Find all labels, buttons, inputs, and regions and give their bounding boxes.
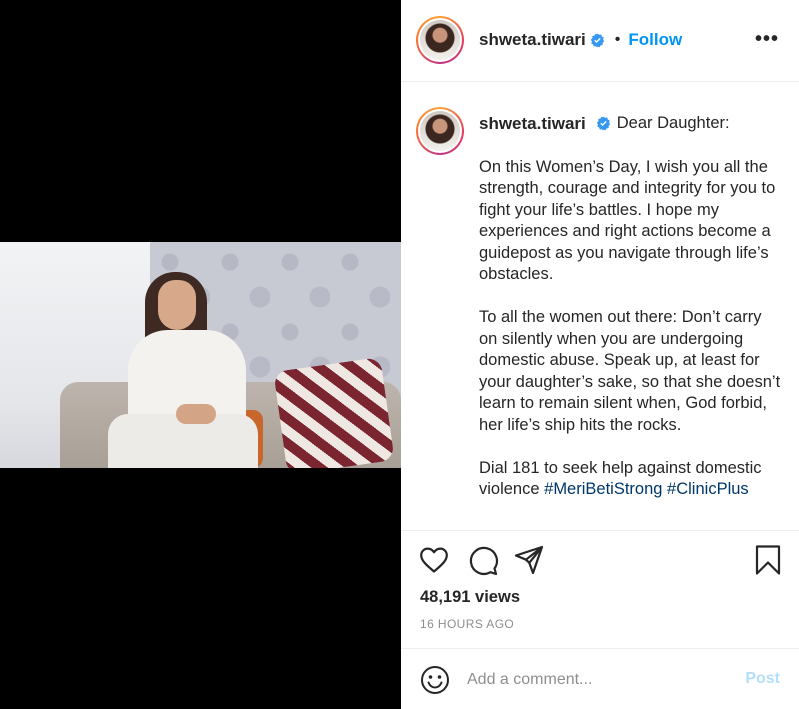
- video-person-face: [158, 280, 196, 330]
- header-user-row: shweta.tiwari • Follow: [479, 30, 682, 50]
- caption-section: shweta.tiwari Dear Daughter: On this Wom…: [401, 83, 799, 531]
- verified-badge-icon: [596, 116, 610, 131]
- caption-username-link[interactable]: shweta.tiwari: [479, 113, 586, 135]
- post-timestamp[interactable]: 16 HOURS AGO: [420, 617, 514, 631]
- separator-dot: •: [614, 31, 621, 48]
- view-count[interactable]: 48,191 views: [420, 588, 520, 607]
- action-bar: [401, 540, 799, 580]
- smiley-icon[interactable]: [420, 665, 450, 695]
- add-comment-bar: Post: [401, 648, 799, 709]
- more-options-icon[interactable]: •••: [755, 28, 779, 51]
- caption-greeting: Dear Daughter:: [616, 114, 730, 132]
- caption-head: shweta.tiwari Dear Daughter:: [479, 113, 783, 135]
- post-comment-button[interactable]: Post: [745, 670, 780, 688]
- username-link[interactable]: shweta.tiwari: [479, 30, 586, 50]
- follow-button[interactable]: Follow: [628, 30, 682, 50]
- post-caption: shweta.tiwari Dear Daughter: On this Wom…: [479, 113, 783, 522]
- caption-paragraph: On this Women’s Day, I wish you all the …: [479, 157, 776, 284]
- avatar-image: [420, 20, 460, 60]
- post-sidebar: shweta.tiwari • Follow ••• shweta.tiwari…: [401, 0, 799, 709]
- bookmark-icon[interactable]: [752, 544, 784, 576]
- video-person-hands: [176, 404, 216, 424]
- heart-icon[interactable]: [418, 544, 450, 576]
- hashtag-link[interactable]: #MeriBetiStrong: [544, 480, 662, 498]
- caption-avatar[interactable]: [416, 107, 464, 155]
- caption-paragraph: To all the women out there: Don’t carry …: [479, 308, 781, 434]
- video-cushion-pattern: [273, 356, 395, 468]
- video-player[interactable]: [0, 242, 401, 468]
- post-media[interactable]: [0, 0, 401, 709]
- verified-badge-icon: [590, 32, 604, 48]
- comment-icon[interactable]: [467, 544, 499, 576]
- hashtag-link[interactable]: #ClinicPlus: [667, 480, 749, 498]
- caption-paragraph-last: Dial 181 to seek help against domestic v…: [479, 458, 783, 501]
- avatar[interactable]: [416, 16, 464, 64]
- post-header: shweta.tiwari • Follow •••: [401, 0, 799, 82]
- comment-input[interactable]: [467, 667, 737, 693]
- share-icon[interactable]: [513, 544, 545, 576]
- avatar-image: [420, 111, 460, 151]
